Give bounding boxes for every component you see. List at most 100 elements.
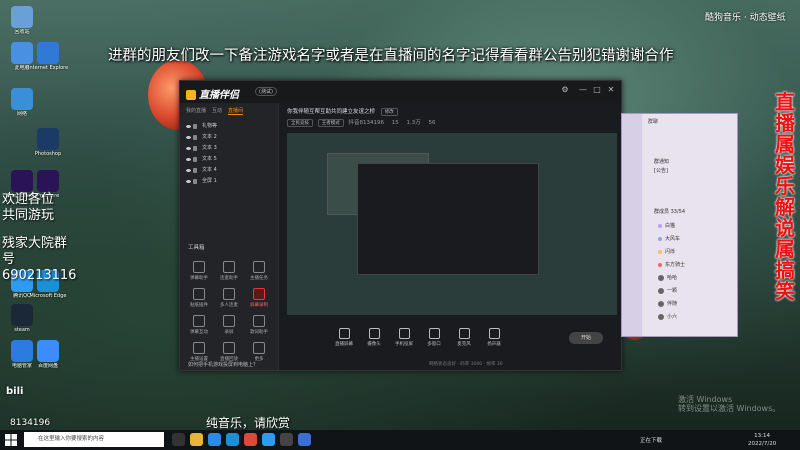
tool-more[interactable]: 更多	[244, 342, 274, 362]
member-item[interactable]: 一颗	[658, 287, 677, 294]
activate-windows-watermark: 激活 Windows 转到设置以激活 Windows。	[678, 395, 781, 413]
scene-item[interactable]: 文本 5	[180, 154, 278, 165]
microphone-icon	[458, 328, 470, 339]
browser-icon[interactable]	[208, 433, 221, 446]
member-item[interactable]: 东方骑士	[658, 261, 685, 268]
multi-window-button[interactable]: 多窗口	[419, 328, 449, 347]
member-item[interactable]: 大风车	[658, 235, 680, 242]
music-taskbar-icon[interactable]	[298, 433, 311, 446]
tool-icon	[223, 288, 235, 300]
chat-title: 群聊	[648, 119, 659, 125]
desktop-icon[interactable]: 网络	[2, 88, 42, 117]
eye-icon[interactable]	[186, 158, 191, 161]
tray-status[interactable]: 正在下载	[640, 436, 662, 444]
scene-item[interactable]: 文本 3	[180, 143, 278, 154]
eye-icon[interactable]	[186, 169, 191, 172]
category-tag[interactable]: 全民竞技	[287, 119, 313, 127]
settings-icon[interactable]: ⚙	[560, 85, 570, 95]
tool-screen-record[interactable]: 屏幕录制	[244, 288, 274, 308]
tool-danmaku[interactable]: 弹幕助手	[184, 261, 214, 281]
scene-item[interactable]: 礼物等	[180, 121, 278, 132]
maximize-icon[interactable]: □	[592, 85, 602, 95]
eye-icon[interactable]	[186, 147, 191, 150]
tool-settings[interactable]: 主播设置	[184, 342, 214, 362]
file-explorer-icon[interactable]	[190, 433, 203, 446]
live-preview[interactable]	[287, 133, 617, 315]
close-icon[interactable]: ✕	[606, 85, 616, 95]
speaker-button[interactable]: 扬声器	[479, 328, 509, 347]
tab-my-live[interactable]: 我的直播	[186, 107, 206, 115]
tab-live-room[interactable]: 直播间	[228, 107, 244, 115]
qq-taskbar-icon[interactable]	[262, 433, 275, 446]
lock-icon[interactable]	[193, 135, 197, 140]
lock-icon[interactable]	[193, 146, 197, 151]
tool-icon	[223, 261, 235, 273]
premiere-icon	[37, 170, 59, 192]
screen-capture-button[interactable]: 直播屏幕	[329, 328, 359, 347]
edit-badge[interactable]: 修改	[380, 108, 398, 116]
system-clock[interactable]: 13:14 2022/7/20	[748, 432, 776, 448]
tool-icon	[193, 342, 205, 354]
tool-danmaku-interact[interactable]: 弹幕互动	[184, 315, 214, 335]
member-item[interactable]: 闪烁	[658, 248, 675, 255]
taskbar-search-input[interactable]: 在这里输入你要搜索的内容	[24, 432, 164, 447]
desktop-icon[interactable]: 回收站	[2, 6, 42, 35]
scene-item[interactable]: 文本 2	[180, 132, 278, 143]
tool-tasks[interactable]: 主播任务	[244, 261, 274, 281]
camera-button[interactable]: 摄像头	[359, 328, 389, 347]
stat-value: 15	[391, 120, 399, 126]
preview-nested-window	[357, 163, 539, 275]
tab-interact[interactable]: 互动	[212, 107, 222, 115]
app-logo: 直播伴侣	[186, 86, 239, 101]
tool-sticker[interactable]: 贴纸插件	[184, 288, 214, 308]
eye-icon[interactable]	[186, 125, 191, 128]
chrome-icon[interactable]	[244, 433, 257, 446]
time-label: 13:14	[754, 433, 771, 439]
tool-icon	[253, 288, 265, 300]
edge-taskbar-icon[interactable]	[226, 433, 239, 446]
logo-icon	[186, 90, 196, 100]
minimize-icon[interactable]: —	[578, 85, 588, 95]
scene-item[interactable]: 文本 4	[180, 165, 278, 176]
eye-icon[interactable]	[186, 136, 191, 139]
tool-mic-link[interactable]: 连麦助手	[214, 261, 244, 281]
music-subtitle: 纯音乐，请欣赏	[206, 416, 291, 430]
windows-start-icon[interactable]	[5, 434, 17, 446]
member-item[interactable]: 伴随	[658, 300, 677, 307]
tool-icon	[223, 342, 235, 354]
eye-icon[interactable]	[186, 180, 191, 183]
desktop-icon[interactable]: steam	[2, 304, 42, 333]
live-companion-taskbar-icon[interactable]	[280, 433, 293, 446]
bilibili-logo: bili	[6, 386, 24, 397]
member-item[interactable]: 哈哈	[658, 274, 677, 281]
tool-lyrics[interactable]: 歌词助手	[244, 315, 274, 335]
ie-icon	[37, 42, 59, 64]
desktop-icon[interactable]: Photoshop	[28, 128, 68, 157]
lock-icon[interactable]	[193, 124, 197, 129]
scene-item[interactable]: 全屏 1	[180, 176, 278, 187]
lock-icon[interactable]	[193, 179, 197, 184]
live-meta: 全民竞技 王者模式 抖音8134196 15 1.3万 56	[287, 118, 436, 127]
start-live-button[interactable]: 开始	[569, 332, 603, 344]
phone-cast-button[interactable]: 手机投屏	[389, 328, 419, 347]
member-item[interactable]: 白猫	[658, 222, 675, 229]
task-view-icon[interactable]	[172, 433, 185, 446]
status-bar: 网络状态良好 · 码率 3000 · 帧率 30	[429, 362, 503, 367]
mode-tag[interactable]: 王者模式	[317, 119, 344, 127]
desktop-icon[interactable]: 百度网盘	[28, 340, 68, 369]
lock-icon[interactable]	[193, 168, 197, 173]
microphone-button[interactable]: 麦克风	[449, 328, 479, 347]
recycle-bin-icon	[11, 6, 33, 28]
member-count: 群成员 33/54	[654, 209, 685, 215]
tool-record[interactable]: 录屏	[214, 315, 244, 335]
chat-notice: 群通知	[654, 159, 670, 165]
member-item[interactable]: 小六	[658, 313, 677, 320]
photoshop-icon	[37, 128, 59, 150]
tool-icon	[253, 315, 265, 327]
tool-multi-link[interactable]: 多人连麦	[214, 288, 244, 308]
desktop-icon[interactable]: Internet Explorer	[28, 42, 68, 71]
lock-icon[interactable]	[193, 157, 197, 162]
tool-replay[interactable]: 直播回放	[214, 342, 244, 362]
help-notice[interactable]: 如何把手机游戏投屏到电脑上？	[188, 361, 258, 368]
source-controls: 直播屏幕 摄像头 手机投屏 多窗口 麦克风 扬声器 开始	[279, 326, 621, 356]
